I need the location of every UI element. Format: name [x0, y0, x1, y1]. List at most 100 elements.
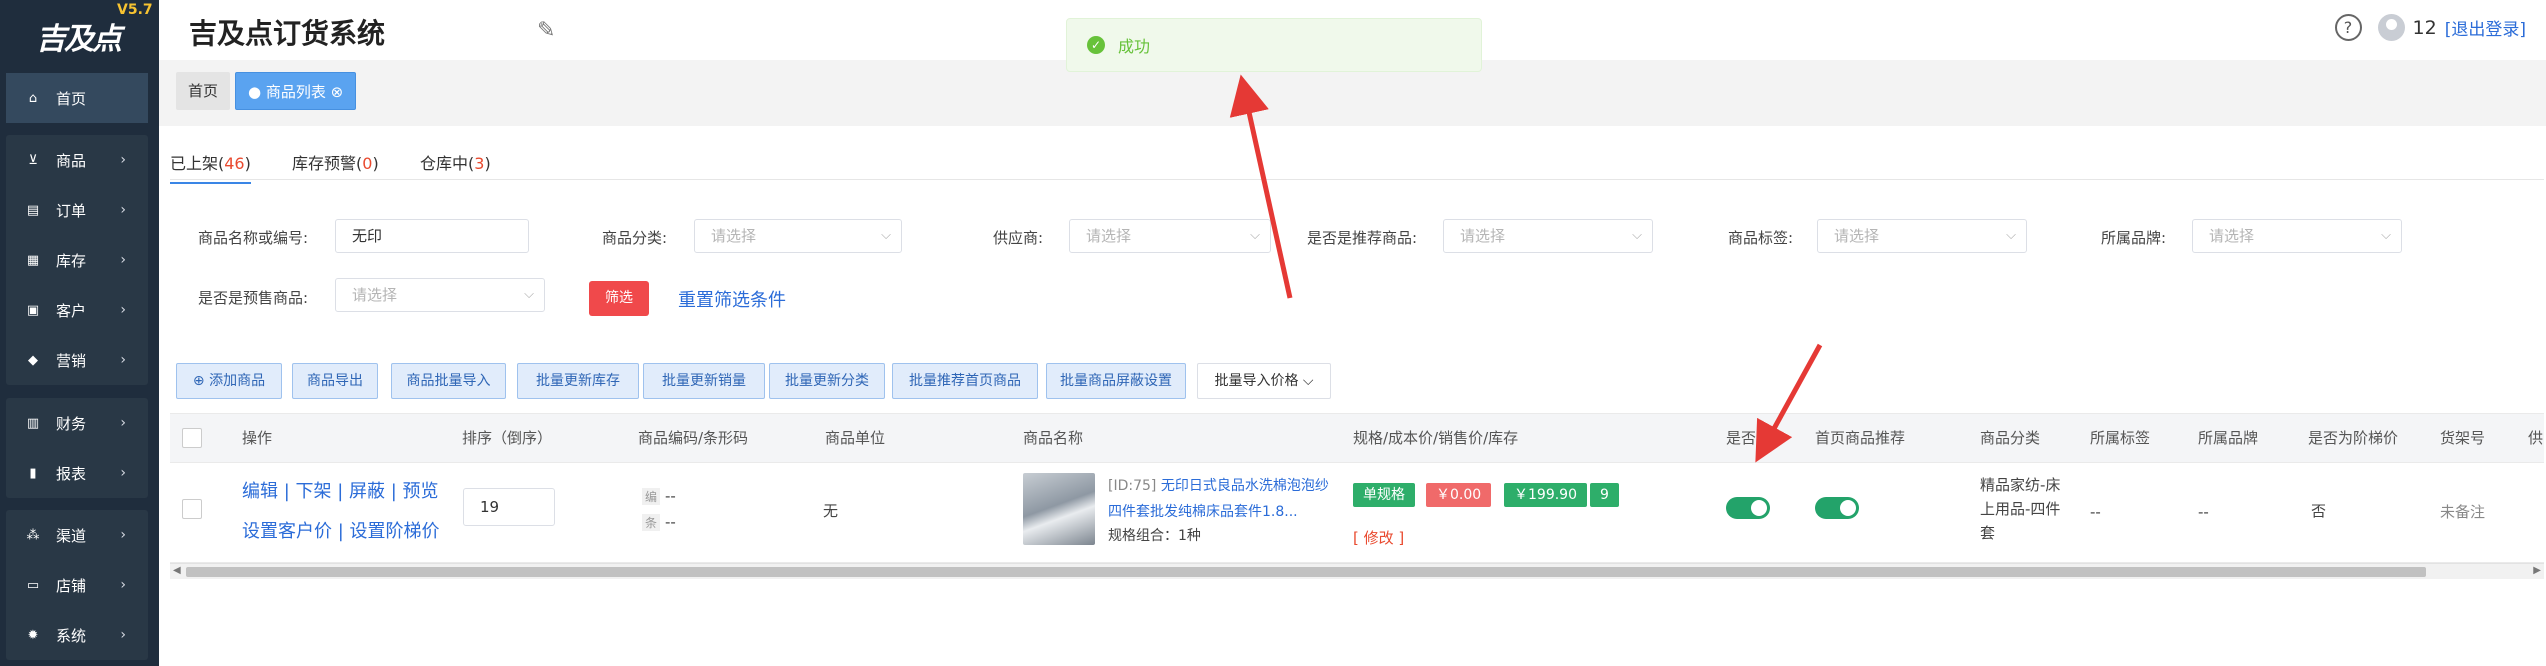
- chevron-right-icon: ›: [120, 527, 126, 543]
- edit-icon[interactable]: ✎: [537, 18, 555, 43]
- filter-name-label: 商品名称或编号:: [198, 229, 309, 247]
- sidebar-item-system[interactable]: ✹ 系统 ›: [6, 610, 148, 660]
- filter-brand-label: 所属品牌:: [2101, 229, 2167, 247]
- select-placeholder: 请选择: [352, 286, 398, 304]
- product-name-link[interactable]: [ID:75] 无印日式良品水洗棉泡泡纱四件套批发纯棉床品套件1.8...: [1108, 473, 1338, 525]
- sidebar-item-channels[interactable]: ⁂ 渠道 ›: [6, 510, 148, 560]
- chevron-right-icon: ›: [120, 415, 126, 431]
- sidebar-group-finance: ▥ 财务 › ▮ 报表 ›: [6, 398, 148, 498]
- batch-import-button[interactable]: 商品批量导入: [391, 363, 506, 399]
- sidebar-item-inventory[interactable]: ▦ 库存 ›: [6, 235, 148, 285]
- batch-import-price-dropdown[interactable]: 批量导入价格 ⌵: [1197, 363, 1331, 399]
- barcode-label: 条: [642, 514, 661, 531]
- help-icon[interactable]: ?: [2334, 14, 2362, 41]
- home-recommend-toggle[interactable]: [1815, 497, 1859, 519]
- batch-recommend-home-button[interactable]: 批量推荐首页商品: [892, 363, 1038, 399]
- col-header: 货架号: [2440, 429, 2486, 447]
- tab-on-shelf[interactable]: 已上架(46): [170, 150, 251, 184]
- tag-select[interactable]: 请选择 ⌵: [1817, 219, 2027, 253]
- col-header: 商品编码/条形码: [638, 429, 749, 447]
- row-ops-links[interactable]: 编辑 | 下架 | 屏蔽 | 预览: [242, 477, 439, 503]
- select-placeholder: 请选择: [2209, 227, 2255, 245]
- horizontal-scrollbar[interactable]: ◀ ▶: [170, 563, 2544, 579]
- chevron-down-icon: ⌵: [1632, 228, 1642, 243]
- category-cell: 精品家纺-床上用品-四件套: [1980, 476, 2061, 542]
- tag-icon: ◆: [28, 352, 38, 368]
- code-label: 编: [642, 488, 661, 505]
- chevron-down-icon: ⌵: [1250, 228, 1260, 243]
- barcode-cell: 条 --: [642, 513, 676, 531]
- tab-stock-warning[interactable]: 库存预警(0): [292, 150, 379, 182]
- recommend-select[interactable]: 请选择 ⌵: [1443, 219, 1653, 253]
- col-header: 是否推: [1726, 429, 1772, 447]
- reset-filters-link[interactable]: 重置筛选条件: [678, 286, 786, 312]
- sidebar-item-stores[interactable]: ▭ 店铺 ›: [6, 560, 148, 610]
- sidebar-item-orders[interactable]: ▤ 订单 ›: [6, 185, 148, 235]
- brand-select[interactable]: 请选择 ⌵: [2192, 219, 2402, 253]
- batch-hide-button[interactable]: 批量商品屏蔽设置: [1046, 363, 1186, 399]
- sidebar-item-finance[interactable]: ▥ 财务 ›: [6, 398, 148, 448]
- cost-price-chip: ￥0.00: [1426, 483, 1492, 507]
- gear-icon: ✹: [27, 627, 39, 643]
- code-value: --: [665, 487, 676, 505]
- chevron-down-icon: ⌵: [2006, 228, 2016, 243]
- sidebar-item-label: 商品: [56, 151, 87, 170]
- row-checkbox[interactable]: [182, 499, 202, 519]
- col-header: 是否为阶梯价: [2308, 429, 2399, 447]
- modify-link[interactable]: [ 修改 ]: [1353, 527, 1404, 548]
- spec-chip: 单规格: [1353, 483, 1415, 507]
- presale-select[interactable]: 请选择 ⌵: [335, 278, 545, 312]
- sidebar-group-home: ⌂ 首页: [6, 73, 148, 123]
- select-all-checkbox[interactable]: [182, 428, 202, 448]
- sidebar-group-business: ⊻ 商品 › ▤ 订单 › ▦ 库存 › ▣ 客户 › ◆ 营销 ›: [6, 135, 148, 385]
- sidebar-item-label: 渠道: [56, 526, 87, 545]
- add-goods-button[interactable]: ⊕ 添加商品: [176, 363, 282, 399]
- sidebar-item-home[interactable]: ⌂ 首页: [6, 73, 148, 123]
- scroll-left-icon[interactable]: ◀: [173, 565, 181, 576]
- tab-paren: ): [372, 154, 379, 173]
- logout-link[interactable]: [退出登录]: [2445, 15, 2526, 40]
- tiered-cell: 否: [2311, 502, 2327, 520]
- scrollbar-thumb[interactable]: [186, 567, 2426, 577]
- unit-cell: 无: [823, 502, 839, 520]
- chevron-right-icon: ›: [120, 465, 126, 481]
- sidebar-item-label: 首页: [56, 89, 87, 108]
- row-price-links[interactable]: 设置客户价 | 设置阶梯价: [242, 517, 440, 543]
- col-header: 商品分类: [1980, 429, 2041, 447]
- success-toast: ✓ 成功: [1066, 18, 1482, 72]
- batch-update-category-button[interactable]: 批量更新分类: [769, 363, 885, 399]
- tab-in-warehouse[interactable]: 仓库中(3): [420, 150, 491, 182]
- code-cell: 编 --: [642, 487, 676, 505]
- tag-goods-list[interactable]: ● 商品列表 ⊗: [235, 72, 357, 110]
- sort-input[interactable]: 19: [463, 488, 555, 526]
- chevron-down-icon: ⌵: [2381, 228, 2391, 243]
- chevron-right-icon: ›: [120, 202, 126, 218]
- select-placeholder: 请选择: [711, 227, 757, 245]
- header-user-area: ? 12 [退出登录]: [2334, 14, 2526, 41]
- select-placeholder: 请选择: [1834, 227, 1880, 245]
- page-title: 吉及点订货系统: [189, 17, 386, 50]
- filter-button[interactable]: 筛选: [589, 281, 649, 316]
- sidebar-item-customers[interactable]: ▣ 客户 ›: [6, 285, 148, 335]
- col-header: 排序（倒序）: [462, 429, 553, 447]
- tag-home[interactable]: 首页: [176, 72, 231, 110]
- scroll-right-icon[interactable]: ▶: [2533, 565, 2541, 576]
- col-header: 商品名称: [1023, 429, 1084, 447]
- batch-update-sales-button[interactable]: 批量更新销量: [643, 363, 765, 399]
- supplier-select[interactable]: 请选择 ⌵: [1069, 219, 1271, 253]
- tags-cell: --: [2090, 503, 2101, 521]
- sidebar-item-reports[interactable]: ▮ 报表 ›: [6, 448, 148, 498]
- avatar[interactable]: [2377, 14, 2405, 41]
- sidebar-item-goods[interactable]: ⊻ 商品 ›: [6, 135, 148, 185]
- export-goods-button[interactable]: 商品导出: [292, 363, 378, 399]
- batch-update-stock-button[interactable]: 批量更新库存: [517, 363, 639, 399]
- recommend-toggle[interactable]: [1726, 497, 1770, 519]
- channel-icon: ⁂: [26, 527, 40, 543]
- sidebar-item-marketing[interactable]: ◆ 营销 ›: [6, 335, 148, 385]
- category-select[interactable]: 请选择 ⌵: [694, 219, 902, 253]
- sidebar-item-label: 系统: [56, 626, 87, 645]
- status-tabs: 已上架(46) 库存预警(0) 仓库中(3): [170, 150, 2544, 184]
- name-input[interactable]: 无印: [335, 219, 529, 253]
- cart-icon: ⊻: [28, 152, 38, 168]
- product-thumbnail[interactable]: [1023, 473, 1095, 545]
